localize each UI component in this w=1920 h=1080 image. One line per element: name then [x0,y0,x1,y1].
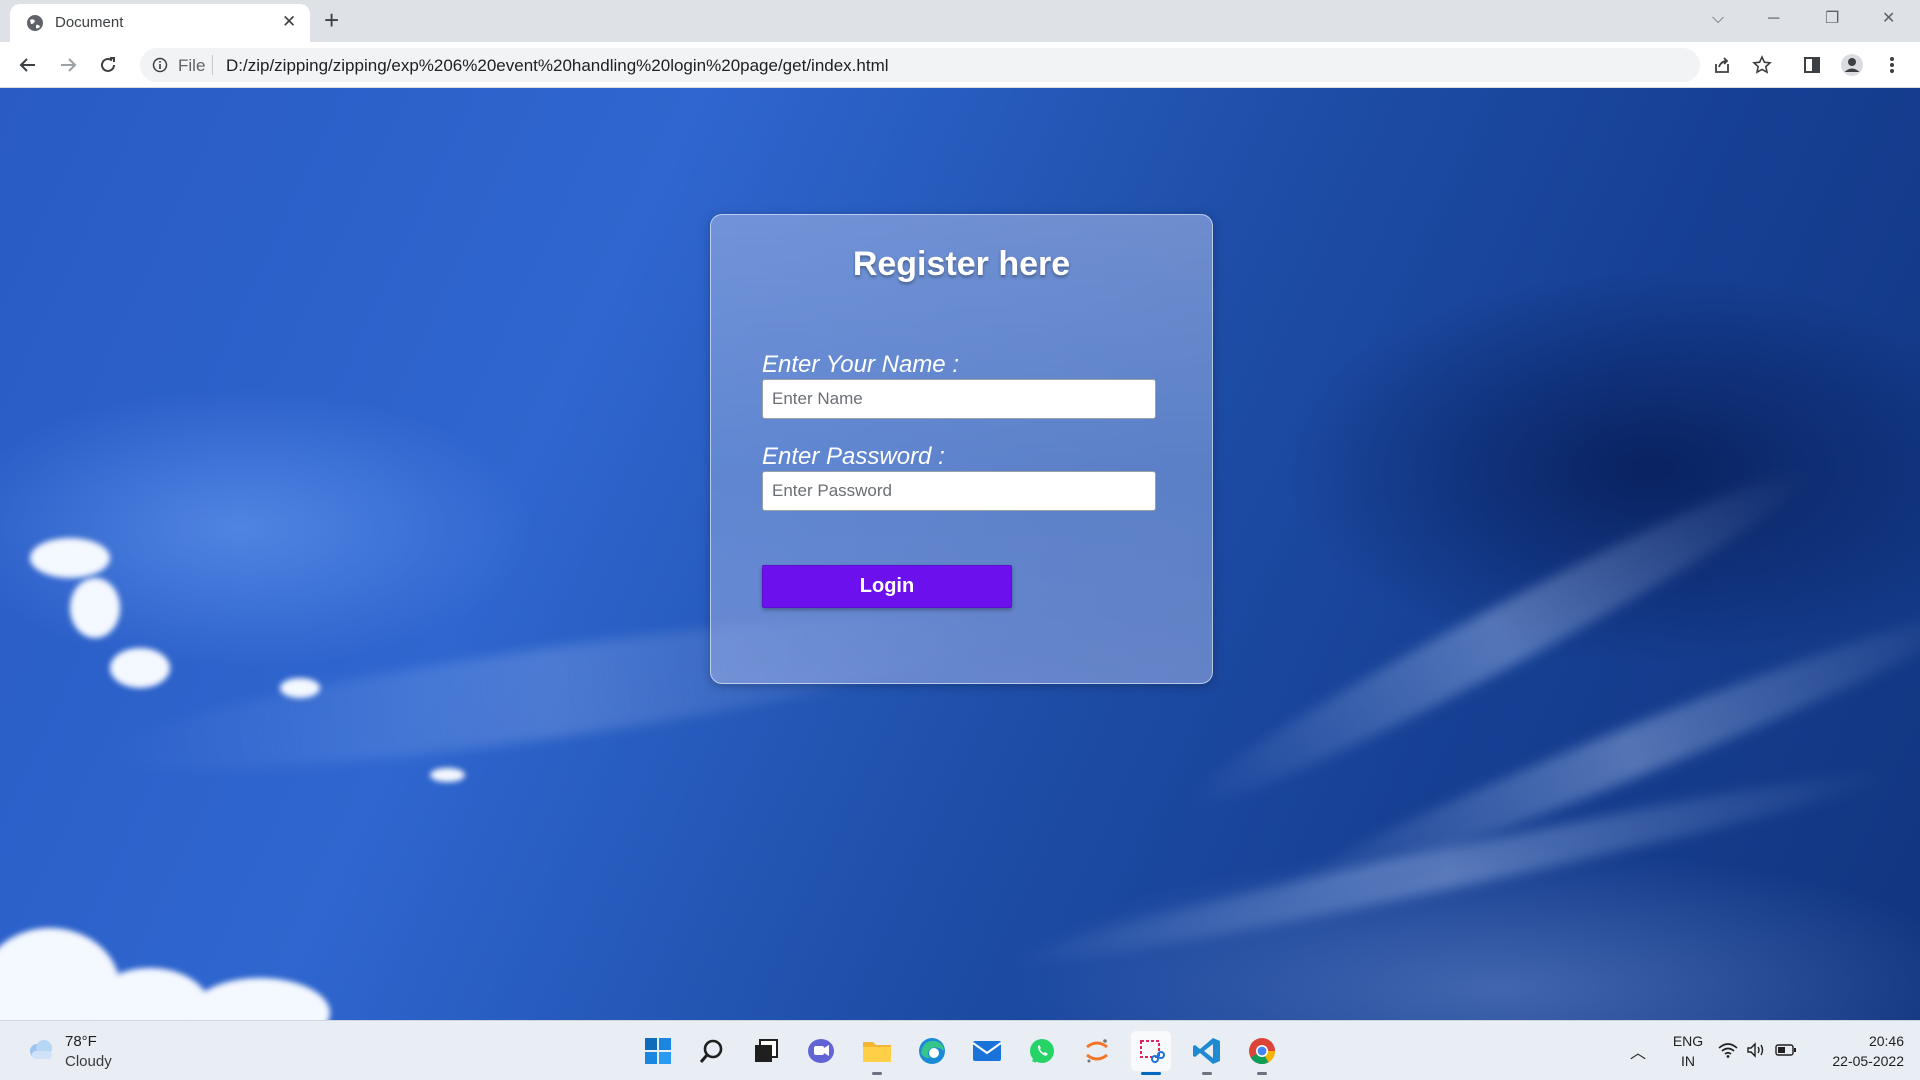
browser-toolbar: File D:/zip/zipping/zipping/exp%206%20ev… [0,42,1920,88]
vscode-button[interactable] [1187,1031,1227,1075]
login-button[interactable]: Login [762,565,1012,608]
cloudy-weather-icon [30,1040,52,1059]
battery-icon [1775,1044,1796,1056]
star-icon [1752,55,1772,74]
register-form-card: Register here Enter Your Name : Enter Pa… [710,214,1213,684]
forward-button[interactable] [54,51,82,79]
volume-icon [1747,1042,1764,1058]
share-icon [1715,57,1729,73]
active-indicator [1141,1072,1161,1075]
omnibox-divider [212,55,213,75]
globe-icon [27,15,43,31]
clock-date: 22-05-2022 [1832,1053,1904,1069]
profile-button[interactable] [1840,53,1864,77]
reload-button[interactable] [94,51,122,79]
cloud [110,648,170,688]
clock-time: 20:46 [1868,1033,1904,1049]
windows-start-icon [645,1038,671,1064]
edge-button[interactable] [912,1031,952,1071]
sky-streak [1176,447,1824,829]
back-icon [19,58,35,72]
tab-search-icon[interactable]: ⌵ [1712,10,1724,28]
forward-icon [61,58,77,72]
profile-icon [1841,54,1863,76]
vscode-icon [1193,1038,1220,1064]
restore-button[interactable]: ❐ [1825,10,1839,28]
name-label: Enter Your Name : [762,351,959,378]
edge-icon [919,1038,945,1064]
info-icon[interactable] [152,57,168,73]
weather-description: Cloudy [65,1053,112,1070]
bookmark-button[interactable] [1750,53,1774,77]
task-view-button[interactable] [746,1031,786,1071]
minimize-button[interactable]: ─ [1768,10,1779,28]
chrome-button[interactable] [1242,1031,1282,1075]
browser-tab[interactable]: Document ✕ [10,4,310,42]
teams-chat-button[interactable] [801,1031,841,1071]
tab-close-icon[interactable]: ✕ [282,13,296,31]
browser-menu-button[interactable] [1880,53,1904,77]
mail-button[interactable] [967,1031,1007,1071]
side-panel-icon [1804,57,1820,73]
new-tab-button[interactable]: + [324,6,339,34]
form-title: Register here [852,245,1071,283]
language-text: ENG [1672,1033,1704,1049]
windows-taskbar: 78°F Cloudy ︿ ENG IN 20:46 22-05-2022 [0,1020,1920,1080]
running-indicator [1257,1072,1267,1075]
browser-titlebar: Document ✕ + ⌵ ─ ❐ ✕ [0,0,1920,42]
show-hidden-icons-button[interactable]: ︿ [1630,1039,1646,1063]
snipping-tool-button[interactable] [1131,1031,1171,1075]
password-input[interactable] [762,471,1156,511]
close-window-button[interactable]: ✕ [1882,10,1895,28]
jupyter-button[interactable] [1077,1031,1117,1071]
start-button[interactable] [638,1031,678,1071]
teams-chat-icon [808,1039,834,1063]
folder-icon [863,1042,891,1062]
tab-title: Document [55,14,124,31]
cloud [430,768,465,782]
mail-icon [972,1041,1002,1061]
page-background: Register here Enter Your Name : Enter Pa… [0,88,1920,1020]
back-button[interactable] [14,51,42,79]
running-indicator [1202,1072,1212,1075]
url-text[interactable]: D:/zip/zipping/zipping/exp%206%20event%2… [226,56,889,76]
name-input[interactable] [762,379,1156,419]
cloud [70,578,120,638]
sky-streak [1005,754,1895,982]
cloud [280,678,320,698]
cloud [30,538,110,578]
whatsapp-button[interactable] [1022,1031,1062,1071]
task-view-icon [755,1039,778,1062]
region-text: IN [1681,1053,1695,1069]
address-bar[interactable]: File D:/zip/zipping/zipping/exp%206%20ev… [140,48,1700,82]
running-indicator [872,1072,882,1075]
share-button[interactable] [1710,53,1734,77]
menu-icon [1890,57,1894,73]
reload-icon [101,57,115,72]
wifi-icon [1718,1043,1738,1058]
chrome-icon [1249,1038,1276,1065]
taskbar-search-button[interactable] [692,1031,732,1071]
whatsapp-icon [1030,1039,1054,1063]
search-icon [699,1039,723,1063]
weather-temperature: 78°F [65,1033,97,1050]
file-explorer-button[interactable] [857,1031,897,1075]
snipping-tool-icon [1140,1040,1165,1063]
cloud [190,978,330,1020]
jupyter-icon [1086,1039,1108,1063]
url-scheme-label: File [178,56,206,75]
side-panel-button[interactable] [1800,53,1824,77]
password-label: Enter Password : [762,443,945,470]
